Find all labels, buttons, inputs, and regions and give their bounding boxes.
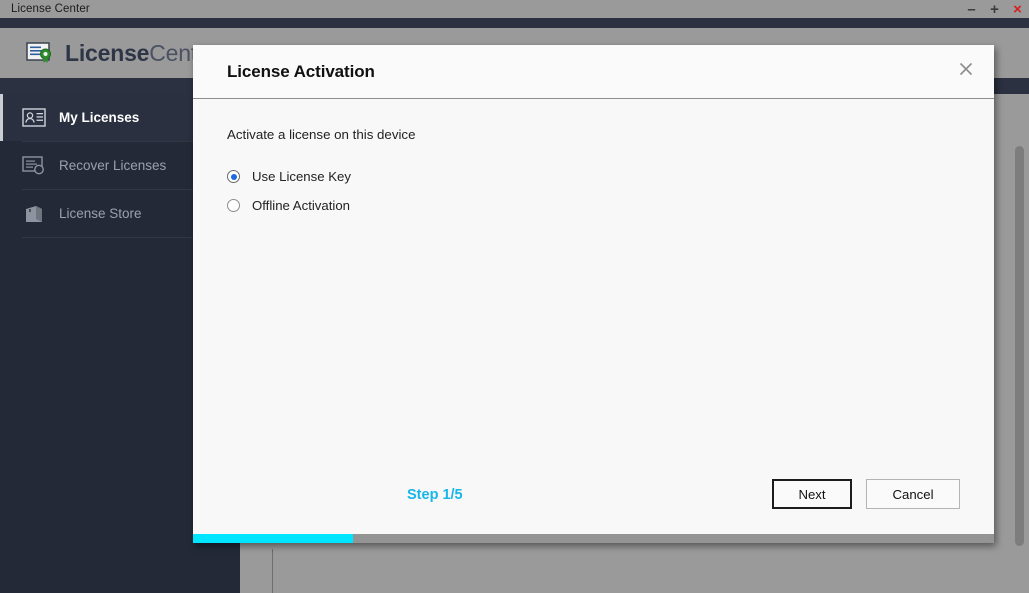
sidebar-item-label: License Store bbox=[59, 206, 142, 221]
license-activation-dialog: License Activation Activate a license on… bbox=[193, 45, 994, 543]
dialog-body: Activate a license on this device Use Li… bbox=[193, 99, 994, 515]
application-window: LicenseCenter My Licenses Recover Licens… bbox=[0, 18, 1029, 593]
close-icon[interactable] bbox=[950, 53, 982, 85]
dialog-header: License Activation bbox=[193, 45, 994, 99]
wizard-progress-fill bbox=[193, 534, 354, 543]
os-title-bar: License Center – + × bbox=[0, 0, 1029, 18]
dialog-title: License Activation bbox=[227, 61, 375, 81]
content-scrollbar[interactable] bbox=[1014, 94, 1028, 593]
scrollbar-thumb[interactable] bbox=[1015, 146, 1024, 546]
certificate-seal-icon bbox=[26, 41, 54, 65]
dialog-instruction: Activate a license on this device bbox=[227, 127, 416, 142]
maximize-button[interactable]: + bbox=[983, 0, 1006, 18]
sidebar-item-label: Recover Licenses bbox=[59, 158, 167, 173]
radio-option-use-license-key[interactable]: Use License Key bbox=[227, 162, 960, 191]
radio-indicator[interactable] bbox=[227, 170, 240, 183]
id-card-icon bbox=[22, 107, 48, 129]
window-controls: – + × bbox=[960, 0, 1029, 18]
brand-bold: License bbox=[65, 39, 150, 66]
step-indicator: Step 1/5 bbox=[407, 487, 463, 503]
close-window-button[interactable]: × bbox=[1006, 0, 1029, 18]
content-panel bbox=[272, 549, 986, 593]
minimize-button[interactable]: – bbox=[960, 0, 983, 18]
sidebar-item-label: My Licenses bbox=[59, 110, 140, 125]
radio-option-label: Use License Key bbox=[252, 169, 351, 184]
window-title: License Center bbox=[11, 3, 90, 15]
app-logo: LicenseCenter bbox=[0, 40, 217, 67]
radio-indicator[interactable] bbox=[227, 199, 240, 212]
radio-option-label: Offline Activation bbox=[252, 198, 350, 213]
header-top-strip bbox=[0, 18, 1029, 28]
next-button[interactable]: Next bbox=[772, 479, 852, 509]
license-recover-icon bbox=[22, 155, 48, 177]
cancel-button[interactable]: Cancel bbox=[866, 479, 960, 509]
wizard-progress-bar bbox=[193, 534, 994, 543]
dialog-action-buttons: Next Cancel bbox=[772, 479, 960, 509]
radio-option-offline-activation[interactable]: Offline Activation bbox=[227, 191, 960, 220]
dialog-footer: Step 1/5 Next Cancel bbox=[193, 479, 994, 543]
shopping-bag-icon bbox=[22, 203, 48, 225]
